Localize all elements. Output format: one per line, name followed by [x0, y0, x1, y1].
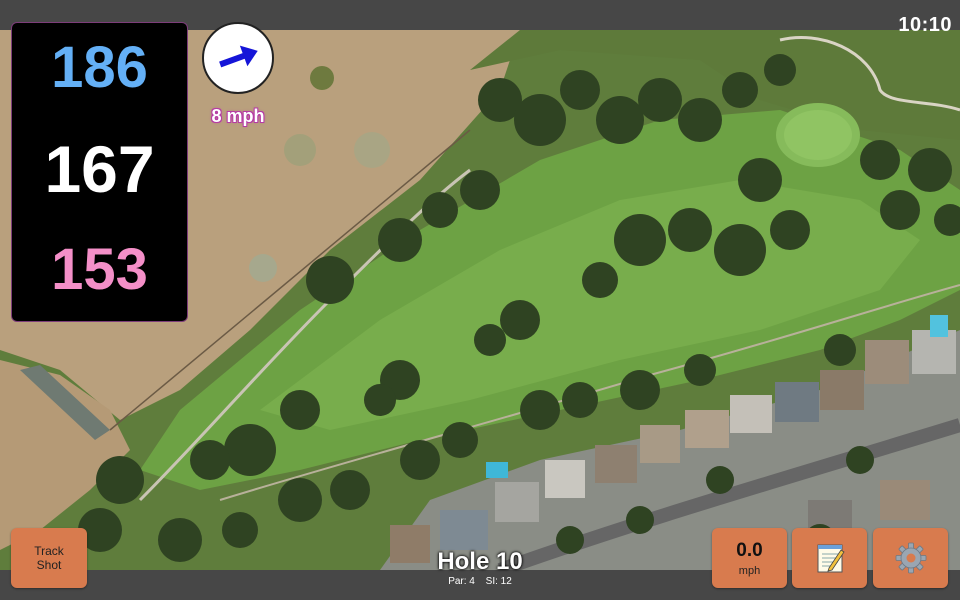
wind-direction-dial	[202, 22, 274, 94]
track-shot-label-line2: Shot	[36, 558, 62, 572]
front-distance: 153	[51, 237, 148, 302]
notes-button[interactable]	[792, 528, 867, 588]
track-shot-button[interactable]: Track Shot	[11, 528, 87, 588]
distance-panel: 186 167 153	[11, 22, 188, 322]
clock-time: 10:10	[898, 14, 952, 36]
settings-button[interactable]	[873, 528, 948, 588]
notepad-icon	[817, 544, 845, 573]
track-shot-label-line1: Track	[34, 544, 64, 558]
wind-readout-value: 0.0	[736, 539, 763, 561]
hole-info: Par: 4 SI: 12	[400, 576, 560, 587]
arrow-icon	[219, 45, 258, 68]
wind-speed-label: 8 mph	[211, 106, 265, 126]
hole-stroke-index: SI: 12	[485, 576, 512, 587]
wind-readout-unit: mph	[738, 564, 761, 577]
back-distance: 186	[51, 35, 148, 100]
hole-par: Par: 4	[448, 576, 475, 587]
middle-distance: 167	[44, 132, 155, 206]
gear-icon	[895, 542, 926, 574]
wind-readout-button[interactable]: 0.0 mph	[712, 528, 787, 588]
hole-title: Hole 10	[437, 548, 523, 575]
